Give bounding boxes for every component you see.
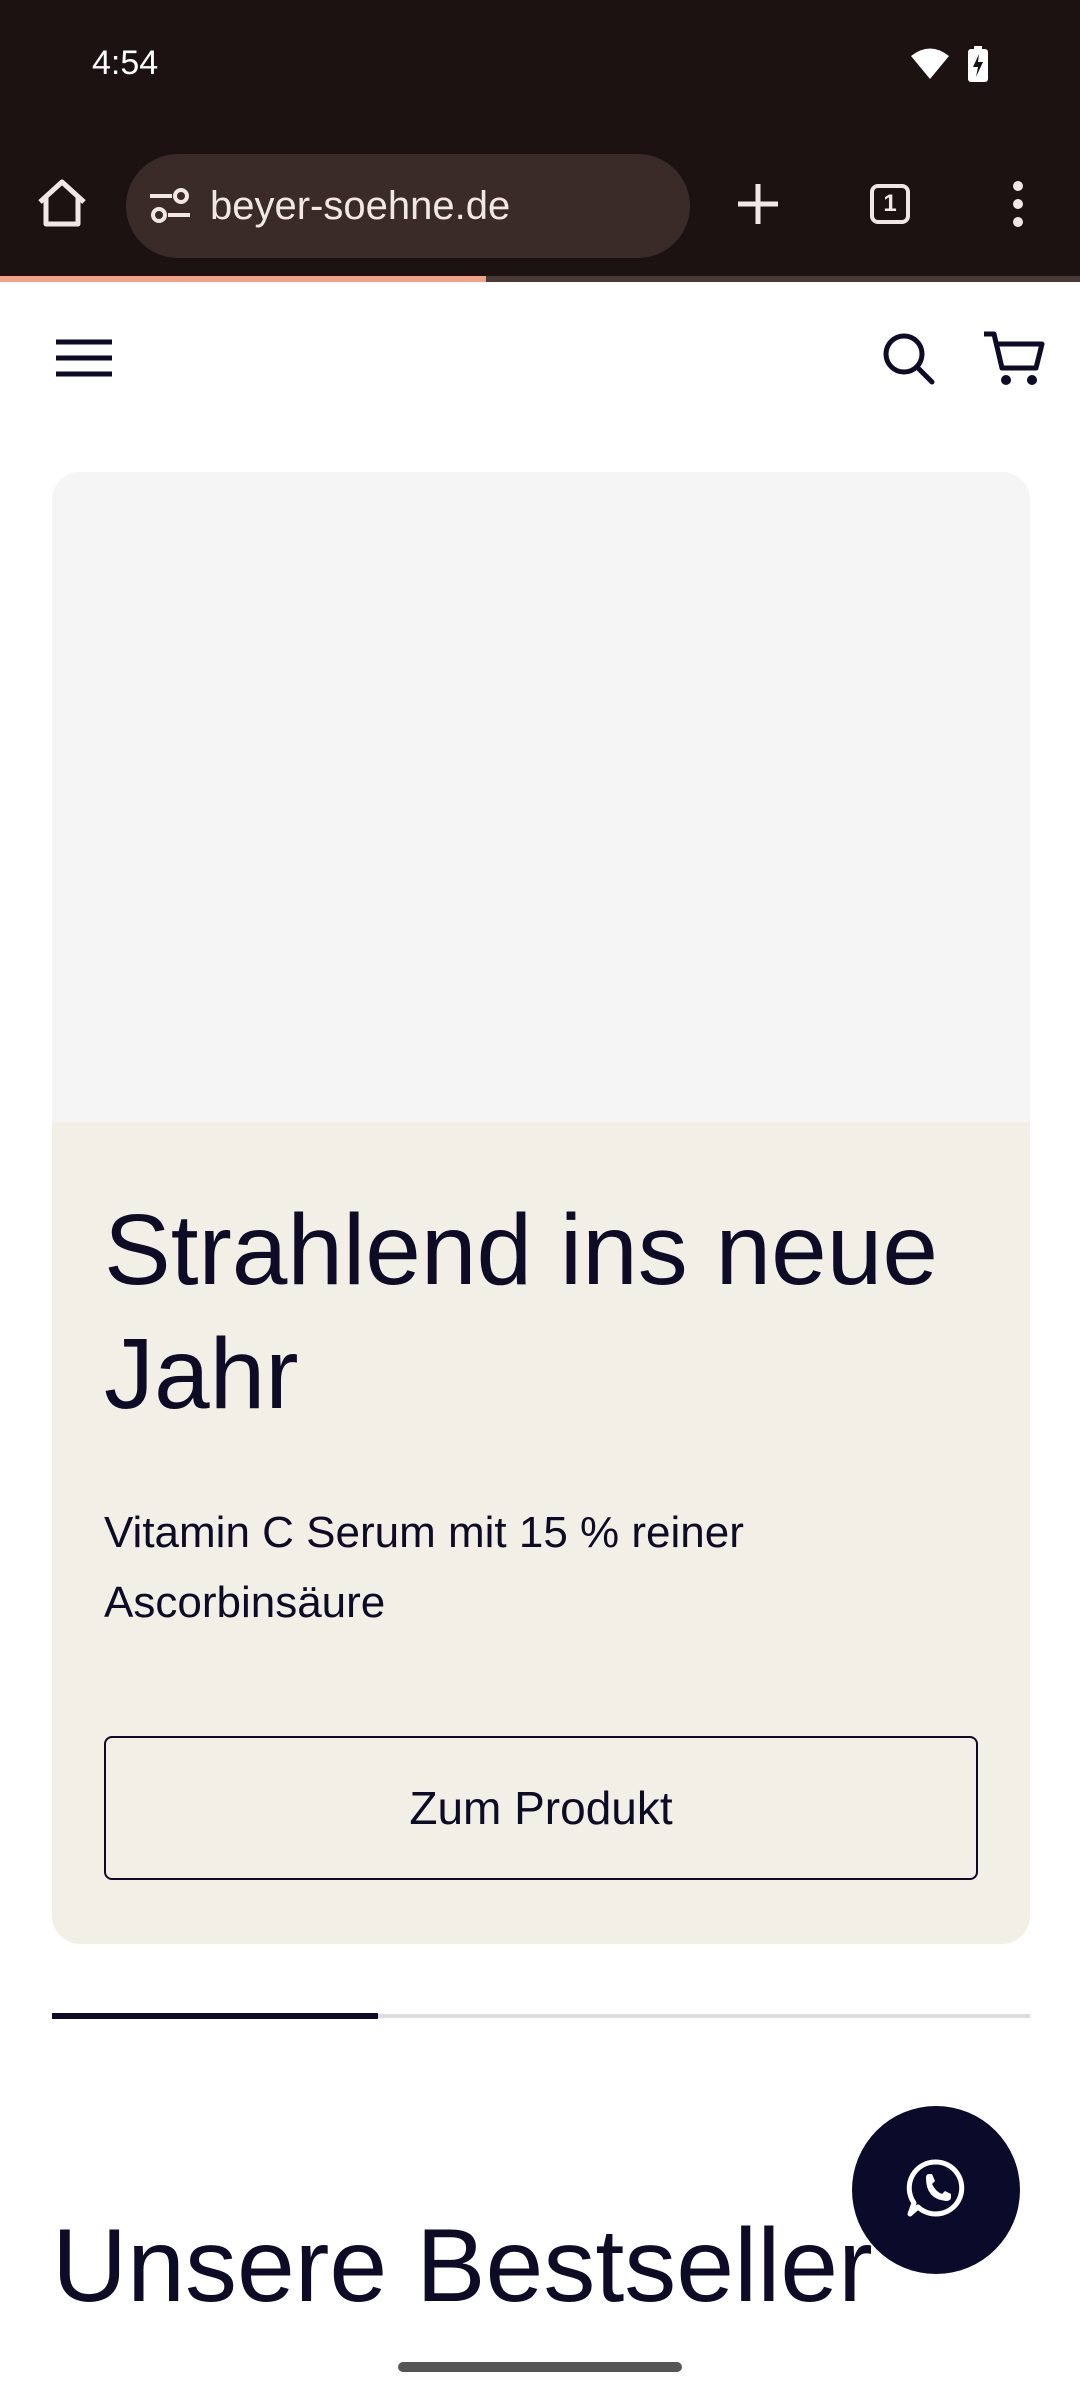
- slider-progress-active: [52, 2013, 378, 2019]
- address-bar[interactable]: beyer-soehne.de: [126, 154, 690, 258]
- hero-banner: Strahlend ins neue Jahr Vitamin C Serum …: [52, 472, 1030, 1944]
- home-button[interactable]: [30, 172, 94, 236]
- hero-subtitle: Vitamin C Serum mit 15 % reiner Ascorbin…: [104, 1508, 744, 1627]
- to-product-button[interactable]: Zum Produkt: [104, 1736, 978, 1880]
- hero-title: Strahlend ins neue Jahr: [104, 1194, 938, 1430]
- browser-menu-button[interactable]: [986, 172, 1050, 236]
- search-button[interactable]: [876, 326, 940, 390]
- site-info-icon[interactable]: [148, 184, 192, 228]
- status-icons: [910, 46, 988, 87]
- whatsapp-chat-button[interactable]: [852, 2106, 1020, 2274]
- cart-icon: [980, 331, 1050, 394]
- status-time: 4:54: [92, 44, 159, 82]
- gesture-navigation-bar[interactable]: [398, 2362, 682, 2372]
- wifi-icon: [910, 47, 950, 86]
- browser-toolbar: beyer-soehne.de 1: [0, 138, 1080, 278]
- slider-progress[interactable]: [52, 2013, 1030, 2019]
- hamburger-menu-button[interactable]: [52, 334, 116, 382]
- new-tab-button[interactable]: [726, 172, 790, 236]
- site-header: [0, 282, 1080, 432]
- bestsellers-heading: Unsere Bestseller: [52, 2208, 873, 2324]
- tab-count: 1: [870, 184, 910, 224]
- hero-image: [52, 472, 1030, 1122]
- search-icon: [876, 333, 940, 394]
- url-text: beyer-soehne.de: [210, 184, 511, 228]
- status-bar: 4:54: [0, 0, 1080, 138]
- cart-button[interactable]: [980, 326, 1050, 390]
- hamburger-menu-icon: [52, 339, 116, 386]
- battery-charging-icon: [968, 46, 988, 87]
- home-icon: [30, 179, 94, 240]
- whatsapp-icon: [904, 2156, 968, 2225]
- more-vert-icon: [986, 181, 1050, 240]
- tab-switcher-button[interactable]: 1: [858, 172, 922, 236]
- plus-icon: [726, 184, 790, 240]
